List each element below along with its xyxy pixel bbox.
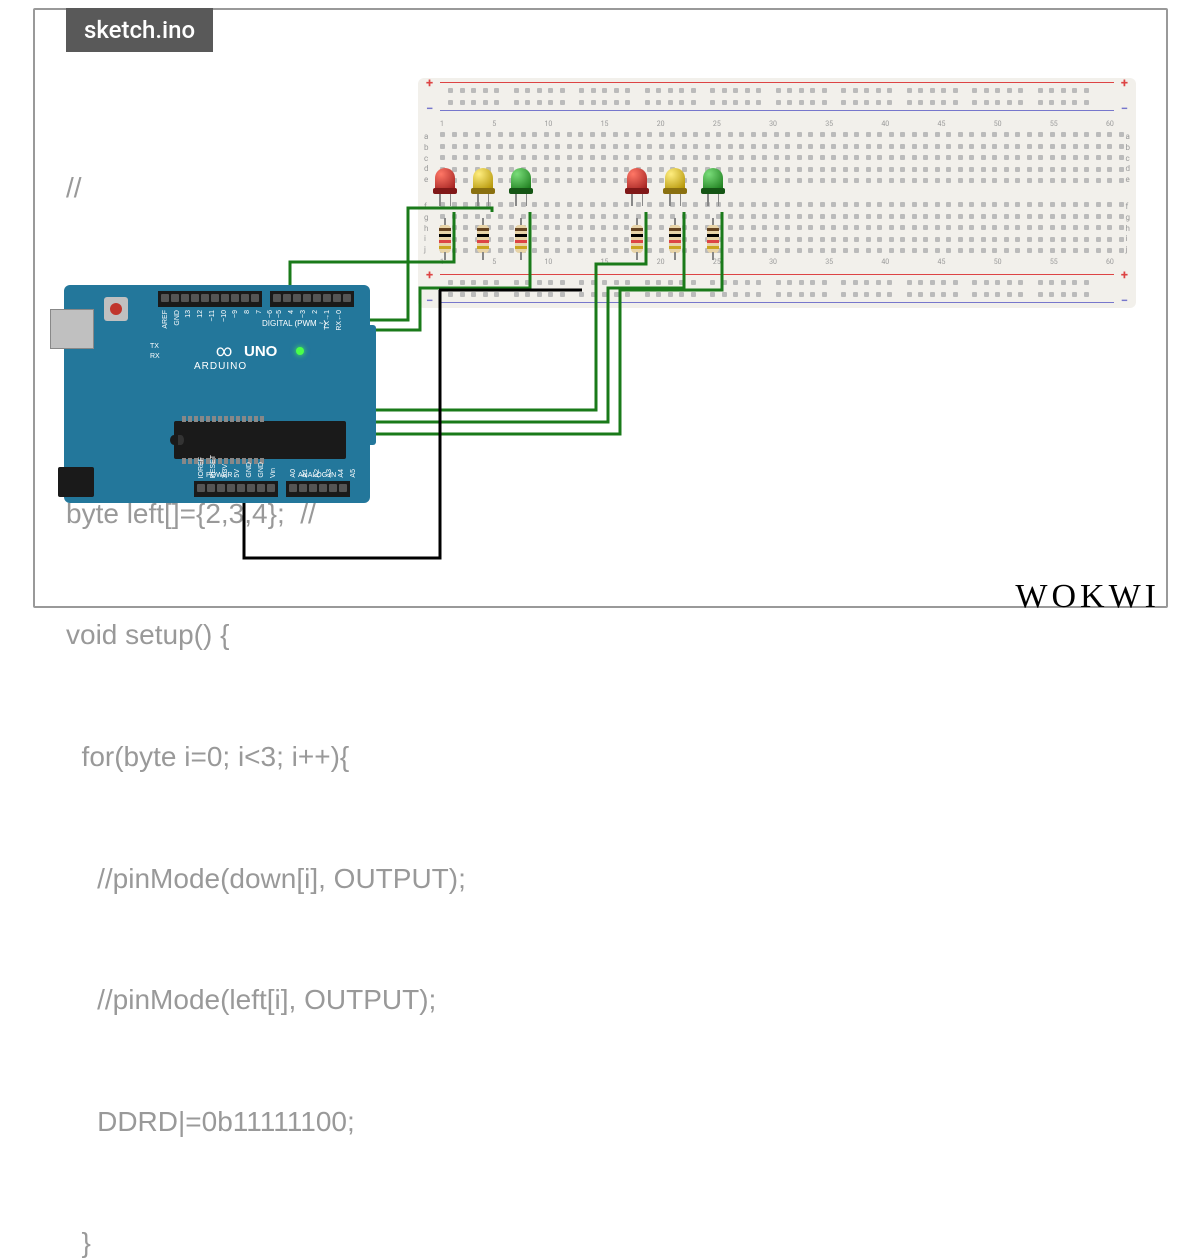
- rail-plus-sign: +: [426, 76, 433, 91]
- digital-header-left: [158, 291, 262, 307]
- code-line: DDRD|=0b11111100;: [66, 1102, 466, 1141]
- resistor-6[interactable]: [707, 218, 719, 260]
- breadboard-rail-bottom: + + − −: [418, 270, 1136, 308]
- analog-header: [286, 481, 350, 497]
- digital-label: DIGITAL (PWM ~): [262, 319, 326, 328]
- code-line: for(byte i=0; i<3; i++){: [66, 737, 466, 776]
- on-led-icon: [296, 347, 304, 355]
- code-line: //pinMode(left[i], OUTPUT);: [66, 980, 466, 1019]
- rail-minus-sign: −: [1121, 102, 1128, 117]
- led-green-1[interactable]: [511, 168, 531, 194]
- resistor-4[interactable]: [631, 218, 643, 260]
- arduino-logo-icon: ∞: [216, 341, 232, 360]
- rx-label: RX: [150, 353, 160, 360]
- power-jack: [58, 467, 94, 497]
- resistor-3[interactable]: [515, 218, 527, 260]
- code-line: void setup() {: [66, 615, 466, 654]
- breadboard-rail-top: + + − −: [418, 78, 1136, 116]
- led-yellow-2[interactable]: [665, 168, 685, 194]
- led-red-2[interactable]: [627, 168, 647, 194]
- code-editor[interactable]: // byte down[]={5,6,7}; // byte left[]={…: [66, 90, 466, 1260]
- digital-header-right: [270, 291, 354, 307]
- usb-port: [50, 309, 94, 349]
- arduino-brand: ARDUINO: [194, 361, 247, 372]
- file-tab[interactable]: sketch.ino: [66, 8, 213, 52]
- led-yellow-1[interactable]: [473, 168, 493, 194]
- resistor-2[interactable]: [477, 218, 489, 260]
- file-tab-label: sketch.ino: [84, 16, 195, 44]
- tx-label: TX: [150, 343, 159, 350]
- code-line: }: [66, 1223, 466, 1260]
- resistor-1[interactable]: [439, 218, 451, 260]
- wokwi-logo: WOKWI: [1015, 578, 1160, 616]
- rail-plus-sign: +: [1121, 76, 1128, 91]
- led-red-1[interactable]: [435, 168, 455, 194]
- reset-button[interactable]: [104, 297, 128, 321]
- rail-minus-sign: −: [426, 102, 433, 117]
- arduino-model: UNO: [244, 343, 277, 360]
- rail-plus-sign: +: [1121, 268, 1128, 283]
- code-line: //: [66, 168, 466, 207]
- rail-minus-sign: −: [1121, 294, 1128, 309]
- rail-minus-sign: −: [426, 294, 433, 309]
- power-header: [194, 481, 278, 497]
- arduino-uno[interactable]: ∞ UNO ARDUINO DIGITAL (PWM ~) POWER ANAL…: [64, 285, 370, 503]
- resistor-5[interactable]: [669, 218, 681, 260]
- code-line: //pinMode(down[i], OUTPUT);: [66, 859, 466, 898]
- led-green-2[interactable]: [703, 168, 723, 194]
- atmega-chip: [174, 421, 346, 459]
- rail-plus-sign: +: [426, 268, 433, 283]
